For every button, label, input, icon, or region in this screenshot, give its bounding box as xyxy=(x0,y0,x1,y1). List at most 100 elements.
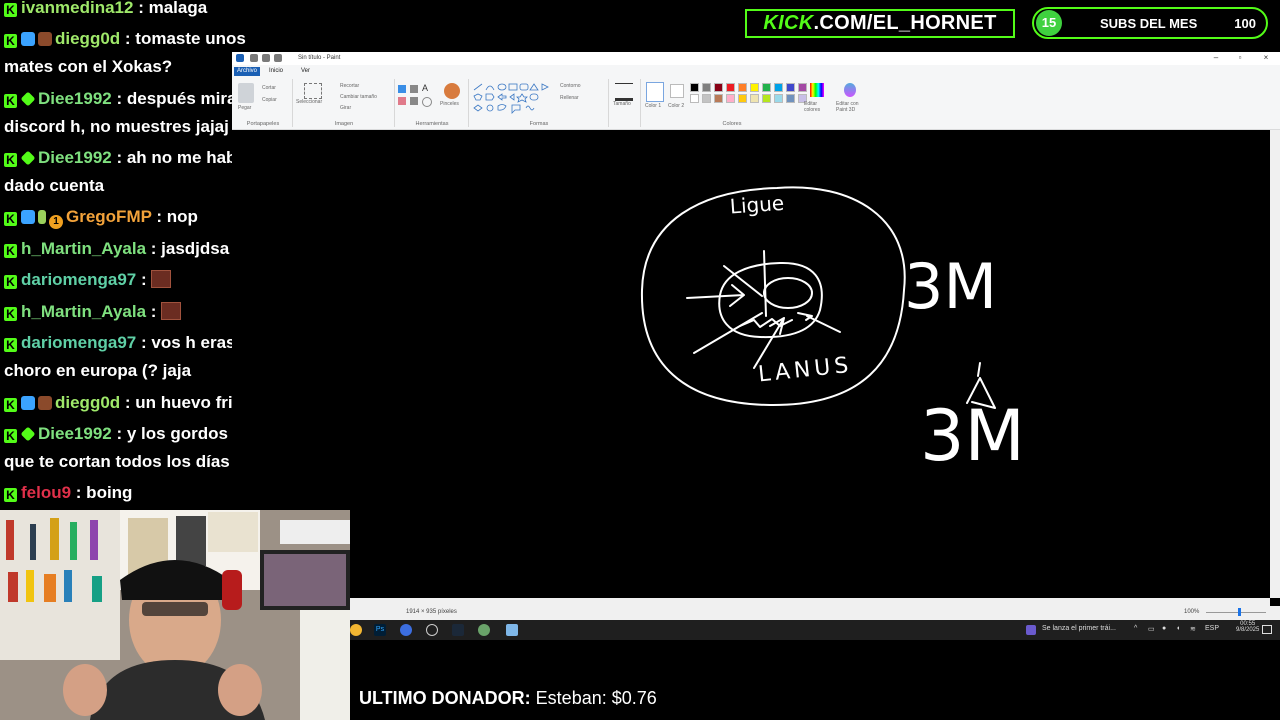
paint3d-icon[interactable] xyxy=(844,83,856,97)
obs-icon[interactable] xyxy=(400,624,412,636)
fill-button[interactable]: Rellenar xyxy=(560,95,579,101)
paint3d-button[interactable]: Editar con Paint 3D xyxy=(836,101,868,113)
drawing-right-text-2: 3M xyxy=(920,395,1025,477)
menu-bar: Archivo Inicio Ver xyxy=(232,65,1280,77)
paint-taskbar-icon[interactable] xyxy=(478,624,490,636)
palette-swatch[interactable] xyxy=(762,94,771,103)
palette-swatch[interactable] xyxy=(786,94,795,103)
canvas-drawing: Ligue LANUS 3M 3M xyxy=(640,186,1025,477)
drawing-canvas[interactable]: Ligue LANUS 3M 3M xyxy=(232,130,1270,598)
notepad-icon[interactable] xyxy=(506,624,518,636)
palette-swatch[interactable] xyxy=(738,83,747,92)
paste-label[interactable]: Pegar xyxy=(238,105,251,111)
palette-swatch[interactable] xyxy=(714,83,723,92)
eraser-icon[interactable] xyxy=(398,97,406,105)
shapes-gallery-icon[interactable] xyxy=(472,82,556,114)
paste-icon[interactable] xyxy=(238,83,254,103)
color1-label[interactable]: Color 1 xyxy=(645,103,661,109)
pencil-icon[interactable] xyxy=(398,85,406,93)
chrome-icon[interactable] xyxy=(350,624,362,636)
news-icon[interactable] xyxy=(1026,625,1036,635)
palette-swatch[interactable] xyxy=(762,83,771,92)
cut-button[interactable]: Cortar xyxy=(262,85,276,91)
tab-view[interactable]: Ver xyxy=(298,67,313,76)
outline-button[interactable]: Contorno xyxy=(560,83,581,89)
network-icon[interactable]: ▭ xyxy=(1148,625,1155,633)
chat-username: ivanmedina12 xyxy=(21,0,134,17)
palette-swatch[interactable] xyxy=(714,94,723,103)
steam-icon[interactable] xyxy=(452,624,464,636)
chat-username: diegg0d xyxy=(55,29,121,48)
edit-colors-icon[interactable] xyxy=(810,83,824,97)
color1-swatch[interactable] xyxy=(646,82,664,102)
palette-swatch[interactable] xyxy=(726,94,735,103)
resize-button[interactable]: Cambiar tamaño xyxy=(340,94,377,100)
donor-label: ULTIMO DONADOR: xyxy=(359,688,531,708)
zoom-slider[interactable] xyxy=(1206,612,1266,613)
tab-home[interactable]: Inicio xyxy=(266,67,286,76)
clock[interactable]: 00:55 9/8/2025 xyxy=(1236,621,1259,633)
microphone-icon[interactable]: ● xyxy=(1162,625,1166,632)
kick-icon: K xyxy=(4,3,17,17)
edit-colors-button[interactable]: Editar colores xyxy=(804,101,832,113)
kick-icon: K xyxy=(4,398,17,412)
line-size-icon[interactable] xyxy=(615,83,633,101)
palette-swatch[interactable] xyxy=(690,94,699,103)
settings-icon[interactable] xyxy=(426,624,438,636)
maximize-icon[interactable]: ▫ xyxy=(1234,53,1246,64)
kick-logo: KICK xyxy=(763,12,814,34)
tab-file[interactable]: Archivo xyxy=(234,67,261,76)
notification-icon[interactable] xyxy=(1262,625,1272,634)
clock-date: 9/8/2025 xyxy=(1236,627,1260,633)
zoom-slider-thumb[interactable] xyxy=(1238,608,1241,616)
save-icon[interactable] xyxy=(250,54,258,62)
cube-badge-icon xyxy=(21,210,35,224)
chat-text: : un huevo frito xyxy=(124,393,249,412)
horizontal-scrollbar[interactable] xyxy=(350,598,1270,606)
palette-swatch[interactable] xyxy=(774,94,783,103)
undo-icon[interactable] xyxy=(262,54,270,62)
wifi-icon[interactable]: ≋ xyxy=(1190,625,1196,633)
palette-swatch[interactable] xyxy=(786,83,795,92)
palette-swatch[interactable] xyxy=(738,94,747,103)
crop-button[interactable]: Recortar xyxy=(340,83,359,89)
palette-swatch[interactable] xyxy=(702,94,711,103)
minimize-icon[interactable]: – xyxy=(1210,53,1222,64)
palette-swatch[interactable] xyxy=(774,83,783,92)
palette-swatch[interactable] xyxy=(750,94,759,103)
copy-button[interactable]: Copiar xyxy=(262,97,277,103)
text-icon[interactable]: A xyxy=(422,83,428,93)
chat-text: : jasdjdsa xyxy=(150,239,230,258)
subs-label: SUBS DEL MES xyxy=(1100,16,1198,31)
fill-icon[interactable] xyxy=(410,85,418,93)
color2-swatch[interactable] xyxy=(670,84,684,98)
close-icon[interactable]: × xyxy=(1260,53,1272,64)
kick-icon: K xyxy=(4,153,17,167)
palette-swatch[interactable] xyxy=(750,83,759,92)
photoshop-icon[interactable]: Ps xyxy=(374,624,386,636)
brushes-label[interactable]: Pinceles xyxy=(440,101,459,107)
chevron-up-icon[interactable]: ^ xyxy=(1134,625,1137,632)
brushes-icon[interactable] xyxy=(444,83,460,99)
chat-message: Kivanmedina12 : malaga xyxy=(4,0,304,22)
palette-swatch[interactable] xyxy=(726,83,735,92)
chat-username: felou9 xyxy=(21,483,72,502)
select-icon[interactable] xyxy=(304,83,322,99)
redo-icon[interactable] xyxy=(274,54,282,62)
select-button[interactable]: Seleccionar xyxy=(296,99,322,105)
color2-label[interactable]: Color 2 xyxy=(668,103,684,109)
window-title: Sin título - Paint xyxy=(298,55,341,61)
vertical-scrollbar[interactable] xyxy=(1270,130,1280,598)
magnifier-icon[interactable] xyxy=(422,97,432,107)
color-picker-icon[interactable] xyxy=(410,97,418,105)
language-indicator[interactable]: ESP xyxy=(1205,625,1219,632)
palette-swatch[interactable] xyxy=(702,83,711,92)
center-oval xyxy=(763,277,813,309)
palette-swatch[interactable] xyxy=(690,83,699,92)
news-ticker[interactable]: Se lanza el primer trái... xyxy=(1042,625,1116,632)
palette-swatch[interactable] xyxy=(798,83,807,92)
volume-icon[interactable]: ◖ xyxy=(1176,625,1180,632)
size-button[interactable]: Tamaño xyxy=(613,101,631,107)
rotate-button[interactable]: Girar xyxy=(340,105,351,111)
chat-username: dariomenga97 xyxy=(21,270,137,289)
